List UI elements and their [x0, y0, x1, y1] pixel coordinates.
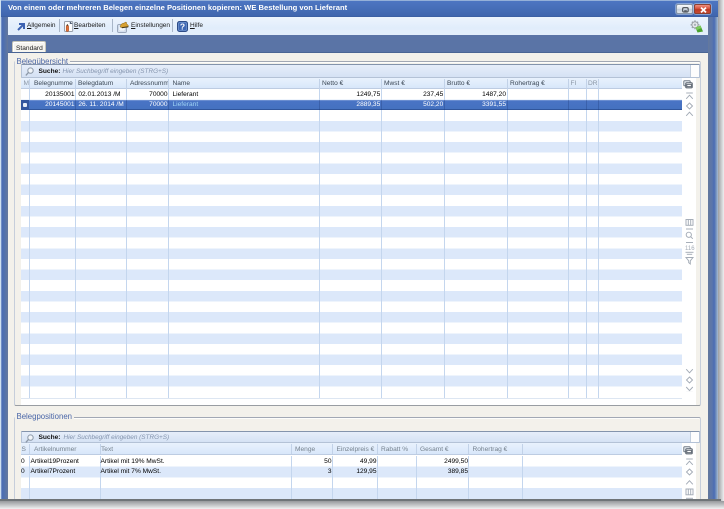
svg-text:?: ?: [180, 21, 185, 31]
svg-text:116: 116: [685, 246, 695, 252]
